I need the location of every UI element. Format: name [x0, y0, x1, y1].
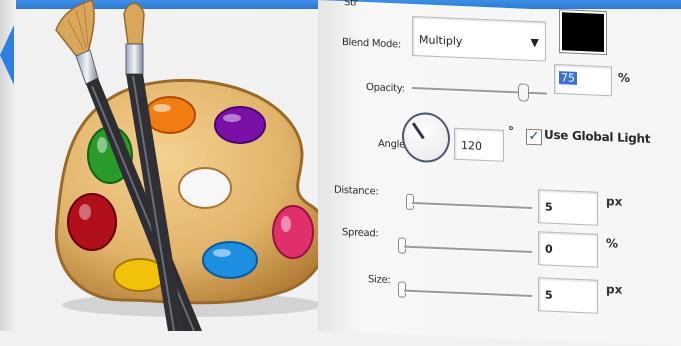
distance-value: 5	[545, 200, 553, 214]
angle-input[interactable]: 120	[454, 127, 504, 162]
blend-mode-label: Blend Mode:	[342, 37, 401, 51]
blend-mode-value: Multiply	[419, 33, 463, 49]
paint-purple	[214, 106, 266, 144]
paint-red	[67, 193, 117, 251]
distance-slider-track[interactable]	[412, 201, 532, 209]
size-unit: px	[606, 282, 623, 297]
size-slider-track[interactable]	[404, 289, 532, 297]
opacity-unit: %	[618, 70, 631, 86]
paint-orange	[144, 96, 196, 134]
opacity-label: Opacity:	[366, 82, 405, 95]
opacity-value: 75	[559, 71, 577, 85]
paint-blue	[202, 241, 258, 279]
opacity-slider-handle[interactable]	[517, 83, 529, 102]
angle-degree-unit: °	[508, 123, 514, 139]
checkmark-icon: ✓	[528, 128, 540, 145]
size-label: Size:	[368, 274, 391, 287]
distance-unit: px	[606, 194, 623, 209]
palette-thumb-hole	[178, 167, 232, 209]
shadow-color-swatch[interactable]	[560, 10, 606, 55]
spread-slider-track[interactable]	[404, 245, 532, 253]
spread-value: 0	[545, 242, 553, 256]
distance-label: Distance:	[334, 184, 379, 198]
angle-dial-icon[interactable]	[402, 111, 450, 164]
spread-input[interactable]: 0	[538, 231, 598, 268]
use-global-light-checkbox[interactable]: ✓	[526, 128, 542, 146]
size-value: 5	[545, 288, 553, 302]
paint-pink	[272, 205, 314, 259]
paint-palette-icon	[54, 0, 329, 331]
opacity-input[interactable]: 75	[554, 63, 612, 97]
angle-value: 120	[461, 138, 482, 153]
dropdown-arrow-icon: ▼	[530, 35, 539, 50]
size-input[interactable]: 5	[538, 277, 598, 314]
spread-unit: %	[606, 236, 619, 251]
spread-label: Spread:	[342, 227, 379, 240]
use-global-light-label[interactable]: Use Global Light	[544, 127, 650, 145]
distance-input[interactable]: 5	[538, 189, 598, 226]
structure-heading-fragment: Str	[344, 0, 358, 9]
blend-mode-select[interactable]: Multiply ▼	[412, 15, 546, 62]
drop-shadow-settings-panel: Str Blend Mode: Multiply ▼ Opacity: 75 %…	[318, 0, 681, 346]
